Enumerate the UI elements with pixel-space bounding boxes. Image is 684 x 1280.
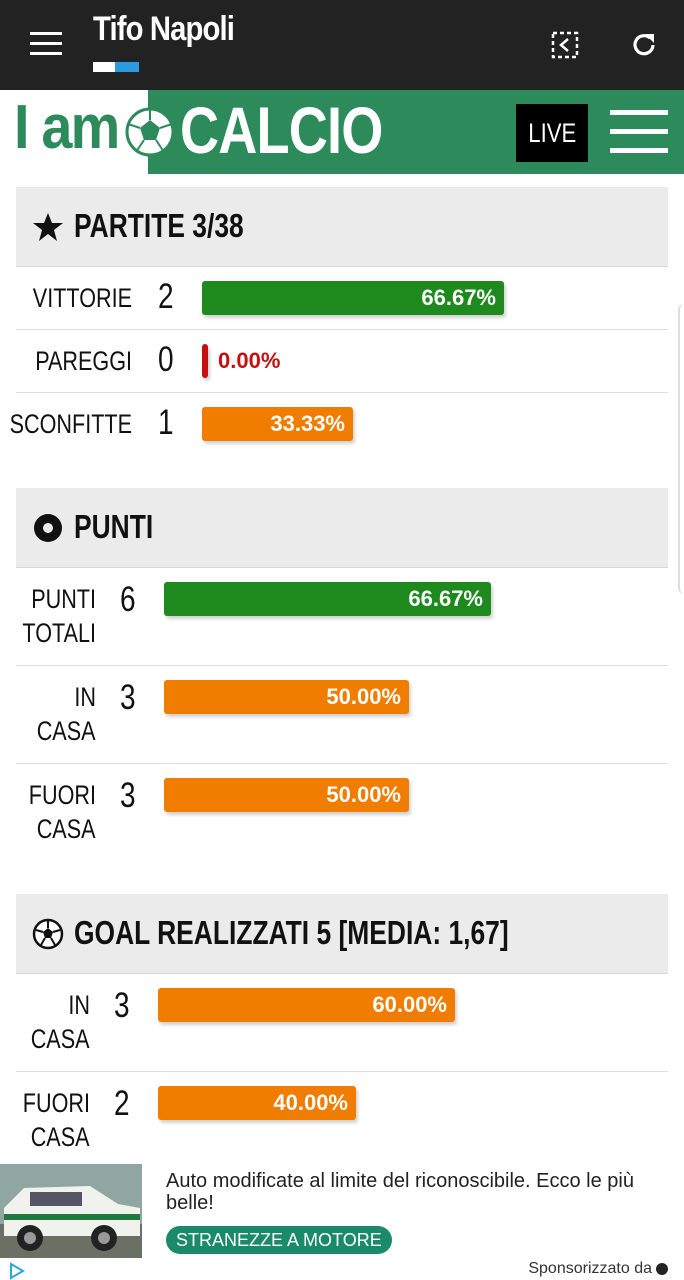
percent-bar bbox=[202, 344, 208, 378]
soccer-ball-icon bbox=[32, 918, 64, 950]
percent-bar: 66.67% bbox=[202, 281, 504, 315]
stat-label: IN CASA bbox=[37, 682, 96, 746]
stat-count: 2 bbox=[114, 1084, 130, 1123]
ad-image[interactable] bbox=[0, 1164, 142, 1258]
sponsor-label: Sponsorizzato da bbox=[528, 1260, 668, 1278]
stat-row-punti-fuori-casa: FUORI CASA 3 50.00% bbox=[16, 764, 668, 862]
stat-count: 3 bbox=[114, 986, 130, 1025]
section-title: PUNTI bbox=[74, 508, 154, 545]
section-goal-header: GOAL REALIZZATI 5 [MEDIA: 1,67] bbox=[16, 894, 668, 974]
target-icon bbox=[34, 514, 62, 542]
percent-bar: 50.00% bbox=[164, 680, 409, 714]
star-icon bbox=[33, 213, 63, 241]
stat-count: 0 bbox=[158, 340, 174, 379]
stat-label: IN CASA bbox=[31, 990, 90, 1054]
stat-row-punti-totali: PUNTI TOTALI 6 66.67% bbox=[16, 568, 668, 666]
percent-value: 0.00% bbox=[218, 348, 281, 373]
ad-headline[interactable]: Auto modificate al limite del riconoscib… bbox=[166, 1170, 678, 1214]
brand-menu-icon[interactable] bbox=[610, 110, 668, 154]
percent-bar: 66.67% bbox=[164, 582, 491, 616]
brand-calcio: CALCIO bbox=[180, 93, 383, 167]
section-partite-header: PARTITE 3/38 bbox=[16, 187, 668, 267]
brand-iam: I am bbox=[14, 93, 120, 162]
screenshot-select-icon[interactable] bbox=[548, 28, 582, 62]
app-title: Tifo Napoli bbox=[93, 10, 235, 48]
stat-label: PAREGGI bbox=[35, 346, 132, 376]
section-punti-header: PUNTI bbox=[16, 488, 668, 568]
percent-bar: 50.00% bbox=[164, 778, 409, 812]
stat-label: SCONFITTE bbox=[9, 409, 132, 439]
stat-row-punti-in-casa: IN CASA 3 50.00% bbox=[16, 666, 668, 764]
stat-row-goal-fuori-casa: FUORI CASA 2 40.00% bbox=[16, 1072, 668, 1162]
percent-bar: 40.00% bbox=[158, 1086, 356, 1120]
live-button[interactable]: LIVE bbox=[516, 104, 588, 162]
scrollbar[interactable] bbox=[678, 304, 684, 594]
sponsored-ad[interactable]: Auto modificate al limite del riconoscib… bbox=[0, 1162, 684, 1280]
stat-count: 1 bbox=[158, 403, 174, 442]
stat-row-sconfitte: SCONFITTE 1 33.33% bbox=[10, 393, 668, 456]
stat-label: FUORI CASA bbox=[28, 780, 96, 844]
menu-icon[interactable] bbox=[30, 32, 64, 56]
app-bar: Tifo Napoli bbox=[0, 0, 684, 90]
stat-label: PUNTI TOTALI bbox=[22, 584, 96, 648]
stat-row-goal-in-casa: IN CASA 3 60.00% bbox=[16, 974, 668, 1072]
refresh-icon[interactable] bbox=[627, 28, 661, 62]
stat-row-pareggi: PAREGGI 0 0.00% bbox=[16, 330, 668, 393]
stat-label: VITTORIE bbox=[32, 283, 132, 313]
stat-count: 2 bbox=[158, 277, 174, 316]
logo-ball-icon bbox=[125, 107, 175, 157]
stat-count: 3 bbox=[120, 776, 136, 815]
brand-banner: I am CALCIO LIVE bbox=[0, 90, 684, 174]
sponsor-logo-icon bbox=[656, 1262, 668, 1275]
team-flag bbox=[93, 62, 139, 72]
stat-count: 6 bbox=[120, 580, 136, 619]
section-title: GOAL REALIZZATI 5 [MEDIA: 1,67] bbox=[74, 914, 509, 951]
ad-cta-button[interactable]: STRANEZZE A MOTORE bbox=[166, 1226, 392, 1254]
percent-bar: 33.33% bbox=[202, 407, 353, 441]
stat-row-vittorie: VITTORIE 2 66.67% bbox=[16, 267, 668, 330]
stat-label: FUORI CASA bbox=[22, 1088, 90, 1152]
percent-bar: 60.00% bbox=[158, 988, 455, 1022]
stat-count: 3 bbox=[120, 678, 136, 717]
section-title: PARTITE 3/38 bbox=[74, 207, 244, 244]
adchoices-icon[interactable] bbox=[8, 1262, 26, 1280]
